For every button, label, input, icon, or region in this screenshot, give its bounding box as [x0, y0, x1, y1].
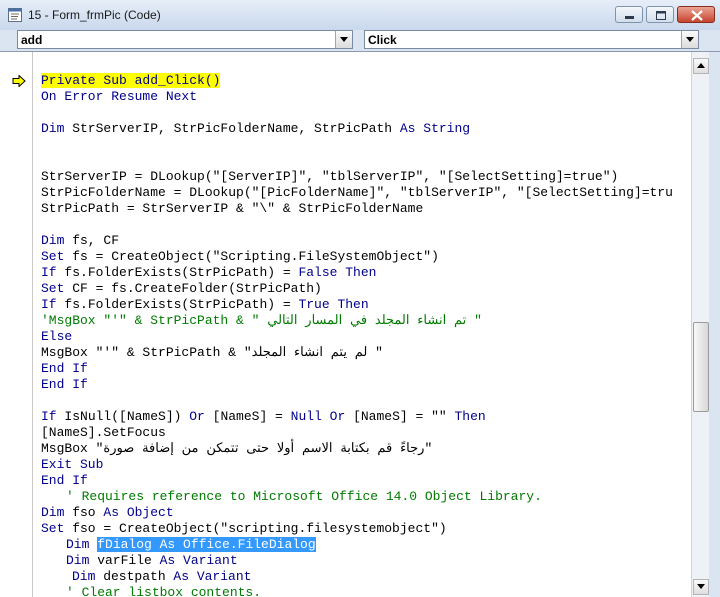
maximize-icon	[656, 11, 666, 20]
code-line: End If	[41, 377, 88, 392]
procedure-combo-dropdown-button[interactable]	[681, 31, 698, 48]
code-line: Set fso = CreateObject("scripting.filesy…	[41, 521, 447, 536]
code-line: Dim fs, CF	[41, 233, 120, 248]
procedure-combo[interactable]: Click	[364, 30, 699, 49]
code-line: If fs.FolderExists(StrPicPath) = True Th…	[41, 297, 369, 312]
arrow-up-icon	[697, 63, 705, 68]
code-line: If IsNull([NameS]) Or [NameS] = Null Or …	[41, 409, 486, 424]
minimize-icon	[625, 16, 634, 19]
close-icon	[691, 10, 703, 21]
code-line: Set fs = CreateObject("Scripting.FileSys…	[41, 249, 439, 264]
code-line: Exit Sub	[41, 457, 104, 472]
code-line: StrServerIP = DLookup("[ServerIP]", "tbl…	[41, 169, 619, 184]
window-border	[709, 52, 720, 597]
code-line: Dim fDialog As Office.FileDialog	[66, 537, 316, 552]
comment-line: 'MsgBox "'" & StrPicPath & " تم انشاء ال…	[41, 313, 482, 328]
vertical-scrollbar[interactable]	[691, 52, 710, 597]
code-line: Dim varFile As Variant	[66, 553, 238, 568]
code-pane[interactable]: Private Sub add_Click() On Error Resume …	[0, 52, 690, 597]
code-line: StrPicPath = StrServerIP & "\" & StrPicF…	[41, 201, 424, 216]
code-combo-bar: add Click	[0, 30, 720, 51]
window-title: 15 - Form_frmPic (Code)	[28, 8, 161, 22]
object-combo-value: add	[21, 33, 43, 47]
comment-line: ' Requires reference to Microsoft Office…	[66, 489, 542, 504]
code-line: Dim fso As Object	[41, 505, 174, 520]
arrow-down-icon	[697, 584, 705, 589]
code-line: If fs.FolderExists(StrPicPath) = False T…	[41, 265, 377, 280]
code-line: End If	[41, 361, 88, 376]
scroll-down-button[interactable]	[693, 579, 709, 595]
code-line: Set CF = fs.CreateFolder(StrPicPath)	[41, 281, 322, 296]
code-line: StrPicFolderName = DLookup("[PicFolderNa…	[41, 185, 673, 200]
code-line: Else	[41, 329, 73, 344]
scrollbar-thumb[interactable]	[693, 322, 709, 412]
code-line: Dim destpath As Variant	[72, 569, 252, 584]
vba-code-window-icon	[8, 8, 22, 22]
code-editor: Private Sub add_Click() On Error Resume …	[0, 51, 720, 597]
code-line: [NameS].SetFocus	[41, 425, 166, 440]
code-line: End If	[41, 473, 88, 488]
code-line: On Error Resume Next	[41, 89, 198, 104]
close-button[interactable]	[677, 6, 715, 23]
object-combo[interactable]: add	[17, 30, 353, 49]
maximize-button[interactable]	[646, 6, 674, 23]
scroll-up-button[interactable]	[693, 58, 709, 74]
procedure-combo-value: Click	[368, 33, 397, 47]
code-line: MsgBox "'" & StrPicPath & "لم يتم انشاء …	[41, 345, 383, 360]
code-line: Private Sub add_Click()	[41, 73, 221, 89]
code-line: Dim StrServerIP, StrPicFolderName, StrPi…	[41, 121, 471, 136]
code-line: MsgBox "رجاءً قم بكتابة الاسم أولا حتى ت…	[41, 441, 433, 456]
title-bar: 15 - Form_frmPic (Code)	[0, 0, 720, 31]
object-combo-dropdown-button[interactable]	[335, 31, 352, 48]
minimize-button[interactable]	[615, 6, 643, 23]
current-statement-highlight: Private Sub add_Click()	[41, 73, 221, 88]
chevron-down-icon	[340, 37, 348, 42]
chevron-down-icon	[686, 37, 694, 42]
selected-text-highlight: fDialog As Office.FileDialog	[97, 537, 316, 552]
comment-line: ' Clear listbox contents.	[66, 585, 262, 597]
